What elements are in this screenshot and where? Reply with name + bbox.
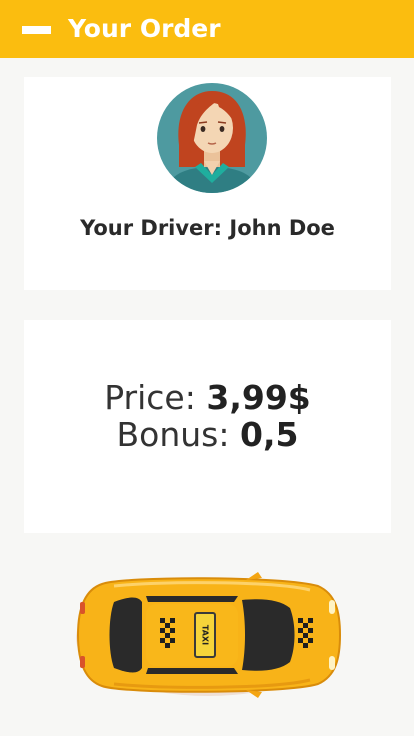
bonus-label: Bonus: <box>116 415 230 454</box>
driver-avatar-icon <box>157 83 267 193</box>
price-label: Price: <box>104 378 196 417</box>
price-line: Price: 3,99$ <box>24 379 391 417</box>
page-title: Your Order <box>68 14 221 43</box>
price-value: 3,99$ <box>206 378 311 417</box>
bonus-value: 0,5 <box>240 415 299 454</box>
price-card: Price: 3,99$ Bonus: 0,5 <box>24 320 391 533</box>
app-header: Your Order <box>0 0 414 58</box>
taxi-car-icon: TAXI <box>76 572 342 698</box>
menu-icon[interactable] <box>22 26 51 34</box>
driver-card: Your Driver: John Doe <box>24 77 391 290</box>
driver-label-prefix: Your Driver: <box>80 216 223 240</box>
taxi-sign-text: TAXI <box>201 625 210 645</box>
bonus-line: Bonus: 0,5 <box>24 416 391 454</box>
driver-name: John Doe <box>229 216 335 240</box>
driver-label: Your Driver: John Doe <box>24 214 391 242</box>
